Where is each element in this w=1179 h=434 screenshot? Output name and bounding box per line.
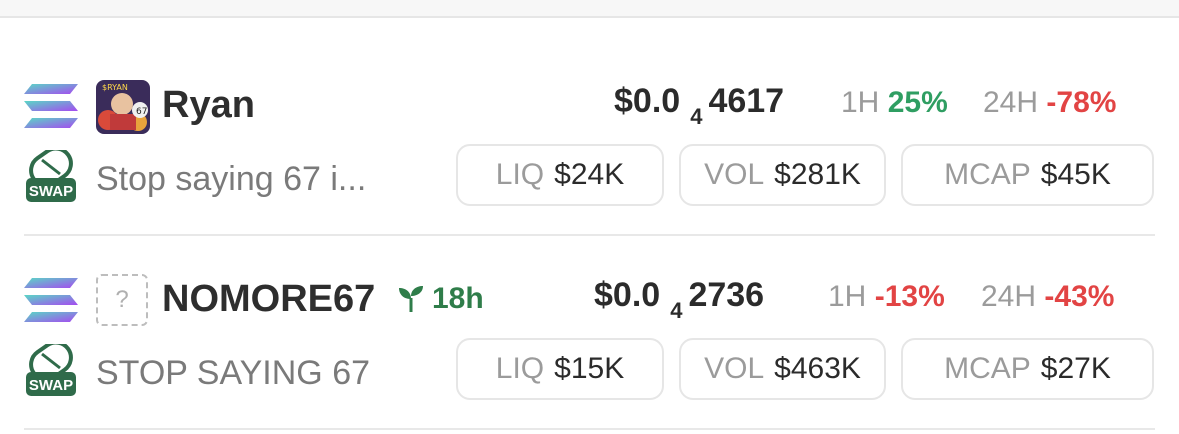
price-digits: 4617 xyxy=(708,82,785,120)
market-cap-pill: MCAP $27K xyxy=(901,338,1154,400)
row-divider xyxy=(24,428,1155,430)
token-row-ryan[interactable]: 67 $RYAN Ryan $0.0 4 4617 1H 25% 24H -78% … xyxy=(0,68,1179,228)
market-cap-pill: MCAP $45K xyxy=(901,144,1154,206)
liquidity-value: $24K xyxy=(554,158,625,191)
market-cap-value: $45K xyxy=(1040,158,1111,191)
liquidity-value: $15K xyxy=(554,352,625,385)
svg-text:SWAP: SWAP xyxy=(29,377,73,394)
price-digits: 2736 xyxy=(688,276,765,314)
change-24h-value: -78% xyxy=(1046,86,1117,119)
token-avatar-image: 67 $RYAN xyxy=(96,80,150,134)
volume-value: $463K xyxy=(774,352,861,385)
liquidity-pill: LIQ $24K xyxy=(456,144,664,206)
token-name[interactable]: Ryan xyxy=(162,84,255,127)
change-1h: 1H -13% xyxy=(828,280,945,314)
market-cap-value: $27K xyxy=(1040,352,1111,385)
volume-value: $281K xyxy=(774,158,861,191)
change-1h: 1H 25% xyxy=(841,86,948,120)
price-zero-count: 4 xyxy=(690,104,703,129)
token-age: 18h xyxy=(396,282,484,316)
market-cap-label: MCAP xyxy=(944,352,1031,385)
svg-text:SWAP: SWAP xyxy=(29,183,73,200)
swap-pill-icon: SWAP xyxy=(26,344,76,396)
volume-pill: VOL $281K xyxy=(679,144,886,206)
token-age-value: 18h xyxy=(432,282,484,315)
row-divider xyxy=(24,234,1155,236)
change-24h-label: 24H xyxy=(981,280,1037,313)
sprout-icon xyxy=(399,286,423,312)
token-description: STOP SAYING 67 xyxy=(96,354,371,392)
svg-text:$RYAN: $RYAN xyxy=(102,83,128,92)
swap-pill-icon: SWAP xyxy=(26,150,76,202)
change-1h-value: -13% xyxy=(874,280,945,313)
solana-icon xyxy=(24,84,78,128)
top-bar xyxy=(0,0,1179,18)
change-1h-value: 25% xyxy=(887,86,948,119)
volume-pill: VOL $463K xyxy=(679,338,886,400)
change-24h-value: -43% xyxy=(1044,280,1115,313)
token-description: Stop saying 67 i... xyxy=(96,160,367,198)
token-price: $0.0 4 2736 xyxy=(594,276,764,324)
price-prefix: $0.0 xyxy=(614,82,681,120)
liquidity-label: LIQ xyxy=(495,158,545,191)
svg-text:67: 67 xyxy=(136,107,147,117)
change-1h-label: 1H xyxy=(828,280,867,313)
liquidity-pill: LIQ $15K xyxy=(456,338,664,400)
liquidity-label: LIQ xyxy=(495,352,545,385)
token-name[interactable]: NOMORE67 xyxy=(162,278,375,321)
token-row-nomore67[interactable]: ? NOMORE67 18h $0.0 4 2736 1H -13% 24H -43… xyxy=(0,262,1179,422)
token-price: $0.0 4 4617 xyxy=(614,82,784,130)
market-cap-label: MCAP xyxy=(944,158,1031,191)
question-mark-icon: ? xyxy=(96,274,148,326)
volume-label: VOL xyxy=(704,352,765,385)
change-24h: 24H -43% xyxy=(981,280,1114,314)
price-prefix: $0.0 xyxy=(594,276,661,314)
price-zero-count: 4 xyxy=(670,298,683,323)
change-1h-label: 1H xyxy=(841,86,880,119)
volume-label: VOL xyxy=(704,158,765,191)
change-24h-label: 24H xyxy=(983,86,1039,119)
change-24h: 24H -78% xyxy=(983,86,1116,120)
solana-icon xyxy=(24,278,78,322)
